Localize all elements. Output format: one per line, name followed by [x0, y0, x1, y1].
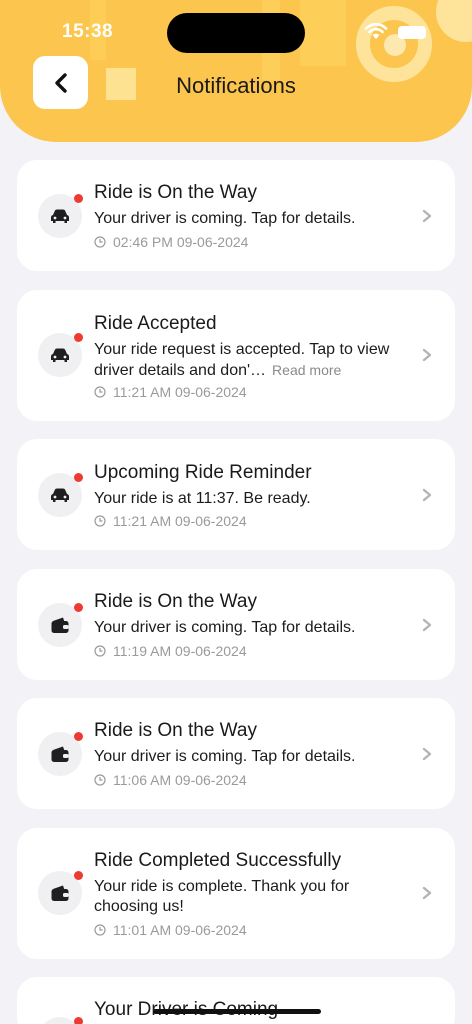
notification-time-text: 02:46 PM 09-06-2024	[113, 234, 249, 250]
header-decoration	[436, 0, 472, 42]
notification-card[interactable]: Ride is On the Way Your driver is coming…	[17, 569, 455, 680]
chevron-right-icon	[422, 886, 432, 900]
unread-dot	[74, 194, 83, 203]
clock-icon	[94, 386, 106, 398]
home-indicator	[153, 1009, 321, 1014]
notification-title: Ride is On the Way	[94, 720, 257, 741]
clock-icon	[94, 924, 106, 936]
notification-title: Ride Accepted	[94, 313, 217, 334]
notification-body: Your ride request is accepted. Tap to vi…	[94, 340, 394, 381]
notification-icon-wrap	[38, 732, 83, 776]
notification-icon-wrap	[38, 333, 83, 377]
unread-dot	[74, 1017, 83, 1024]
clock-icon	[94, 774, 106, 786]
status-time: 15:38	[62, 21, 114, 42]
notification-time: 11:01 AM 09-06-2024	[94, 922, 247, 938]
battery-icon	[398, 26, 426, 39]
notification-body: Your driver is coming. Tap for details.	[94, 210, 356, 227]
notification-card[interactable]: Ride is On the Way Your driver is coming…	[17, 698, 455, 809]
notification-body: Your ride is complete. Thank you for cho…	[94, 878, 350, 915]
notification-card[interactable]: Ride Accepted Your ride request is accep…	[17, 290, 455, 421]
unread-dot	[74, 603, 83, 612]
wifi-icon	[364, 23, 388, 39]
header-decoration	[300, 0, 346, 66]
notification-time-text: 11:21 AM 09-06-2024	[113, 384, 247, 400]
notification-title: Upcoming Ride Reminder	[94, 462, 312, 483]
notification-icon-wrap	[38, 603, 83, 647]
wallet-icon	[51, 617, 69, 633]
chevron-right-icon	[422, 209, 432, 223]
notification-time-text: 11:01 AM 09-06-2024	[113, 922, 247, 938]
notification-time: 11:21 AM 09-06-2024	[94, 384, 247, 400]
clock-icon	[94, 515, 106, 527]
notification-body: Your driver is coming. Tap for details.	[94, 748, 356, 765]
notification-time-text: 11:19 AM 09-06-2024	[113, 643, 247, 659]
wallet-icon	[51, 885, 69, 901]
dynamic-island	[167, 13, 305, 53]
notification-icon-wrap	[38, 871, 83, 915]
notification-time-text: 11:06 AM 09-06-2024	[113, 772, 247, 788]
unread-dot	[74, 333, 83, 342]
notification-card[interactable]: Ride Completed Successfully Your ride is…	[17, 828, 455, 959]
clock-icon	[94, 645, 106, 657]
read-more-link[interactable]: Read more	[272, 362, 341, 378]
car-icon	[51, 348, 69, 362]
notification-time: 02:46 PM 09-06-2024	[94, 234, 248, 250]
notification-card[interactable]: Ride is On the Way Your driver is coming…	[17, 160, 455, 271]
unread-dot	[74, 871, 83, 880]
chevron-right-icon	[422, 747, 432, 761]
page-title: Notifications	[176, 73, 296, 98]
car-icon	[51, 209, 69, 223]
notification-body: Your driver is coming. Tap for details.	[94, 619, 356, 636]
notification-title: Ride is On the Way	[94, 182, 257, 203]
wallet-icon	[51, 746, 69, 762]
chevron-right-icon	[422, 618, 432, 632]
notification-time: 11:21 AM 09-06-2024	[94, 513, 247, 529]
chevron-right-icon	[422, 348, 432, 362]
notification-icon-wrap	[38, 194, 83, 238]
notification-title: Ride Completed Successfully	[94, 850, 342, 871]
notification-time: 11:06 AM 09-06-2024	[94, 772, 247, 788]
chevron-right-icon	[422, 488, 432, 502]
notification-time-text: 11:21 AM 09-06-2024	[113, 513, 247, 529]
car-icon	[51, 488, 69, 502]
notification-body-text: Your ride request is accepted. Tap to vi…	[94, 341, 390, 379]
notification-card[interactable]: Your Driver is Coming	[17, 977, 455, 1024]
notification-title: Ride is On the Way	[94, 591, 257, 612]
notification-time: 11:19 AM 09-06-2024	[94, 643, 247, 659]
notification-card[interactable]: Upcoming Ride Reminder Your ride is at 1…	[17, 439, 455, 550]
notification-body: Your ride is at 11:37. Be ready.	[94, 490, 311, 507]
unread-dot	[74, 732, 83, 741]
notification-icon-wrap	[38, 473, 83, 517]
unread-dot	[74, 473, 83, 482]
notification-icon-wrap	[38, 1017, 83, 1024]
header: 15:38 Notifications	[0, 0, 472, 142]
clock-icon	[94, 236, 106, 248]
